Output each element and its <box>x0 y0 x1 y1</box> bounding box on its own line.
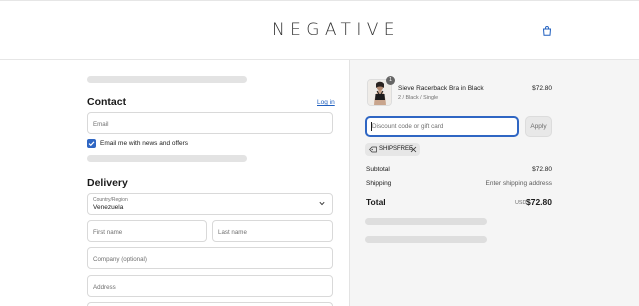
first-name-field[interactable]: First name <box>87 220 207 242</box>
next-field-partial[interactable] <box>87 302 333 306</box>
chevron-down-icon <box>319 201 325 206</box>
company-placeholder: Company (optional) <box>93 256 147 263</box>
product-price: $72.80 <box>532 85 552 92</box>
shipping-value: Enter shipping address <box>485 180 553 187</box>
subtotal-label: Subtotal <box>366 166 390 173</box>
store-logo[interactable]: NEGATIVE <box>272 20 395 40</box>
delivery-heading: Delivery <box>87 177 128 189</box>
apply-discount-button[interactable]: Apply <box>525 116 552 137</box>
remove-discount-icon[interactable] <box>410 146 417 153</box>
newsletter-label: Email me with news and offers <box>100 140 189 147</box>
country-label: Country/Region <box>93 197 128 203</box>
discount-code-input[interactable]: Discount code or gift card <box>365 116 519 137</box>
total-value: $72.80 <box>526 197 552 207</box>
shopping-bag-icon[interactable] <box>542 26 552 36</box>
subtotal-value: $72.80 <box>532 166 552 173</box>
checkout-form-panel <box>0 60 349 306</box>
tag-icon <box>369 146 377 153</box>
checkmark-icon <box>88 141 95 147</box>
login-link[interactable]: Log in <box>317 99 335 106</box>
summary-loading-placeholder <box>365 236 487 243</box>
country-value: Venezuela <box>93 204 124 211</box>
applied-discount-tag: SHIPSFREE <box>365 143 420 156</box>
country-select[interactable]: Country/Region Venezuela <box>87 193 333 215</box>
site-header: NEGATIVE <box>0 0 639 60</box>
address-field[interactable]: Address <box>87 275 333 297</box>
shipping-label: Shipping <box>366 180 392 187</box>
express-checkout-placeholder <box>87 76 247 83</box>
discount-code-label: SHIPSFREE <box>379 146 414 152</box>
email-field[interactable]: Email <box>87 112 333 134</box>
summary-loading-placeholder <box>365 218 487 225</box>
last-name-field[interactable]: Last name <box>212 220 333 242</box>
discount-placeholder: Discount code or gift card <box>372 123 444 130</box>
product-name: Sieve Racerback Bra in Black <box>398 85 484 92</box>
contact-heading: Contact <box>87 96 127 108</box>
loading-placeholder <box>87 155 247 162</box>
first-name-placeholder: First name <box>93 229 123 236</box>
currency-code: USD <box>515 200 527 206</box>
email-placeholder: Email <box>93 121 109 128</box>
company-field[interactable]: Company (optional) <box>87 247 333 269</box>
quantity-badge: 1 <box>386 76 395 85</box>
address-placeholder: Address <box>93 284 116 291</box>
last-name-placeholder: Last name <box>218 229 247 236</box>
product-variant: 2 / Black / Single <box>398 95 439 101</box>
newsletter-checkbox[interactable] <box>87 139 96 148</box>
total-label: Total <box>366 197 386 207</box>
